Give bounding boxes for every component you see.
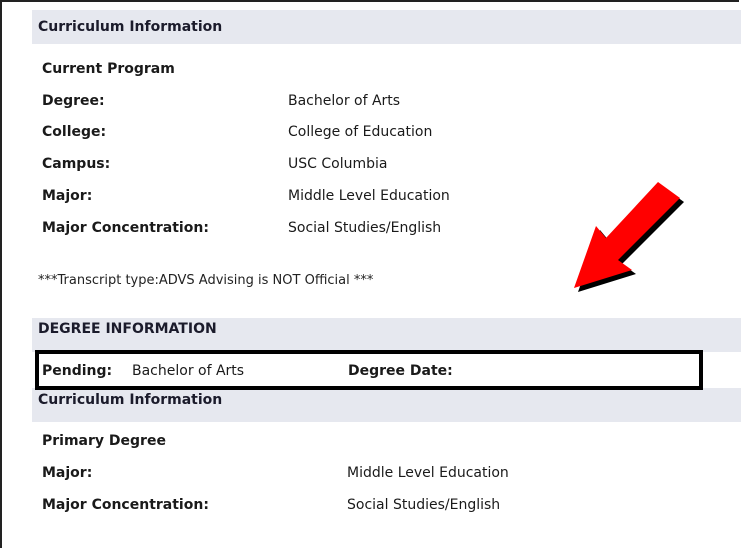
primary-degree-heading: Primary Degree: [42, 433, 166, 449]
major-concentration-value: Social Studies/English: [288, 220, 442, 236]
major-concentration-label-2: Major Concentration:: [42, 497, 209, 513]
curriculum-header: Curriculum Information: [38, 19, 223, 35]
degree-label: Degree:: [42, 93, 105, 109]
campus-label: Campus:: [42, 156, 111, 172]
degree-value: Bachelor of Arts: [288, 93, 401, 109]
college-value: College of Education: [288, 124, 433, 140]
major-value-2: Middle Level Education: [347, 465, 509, 481]
major-label: Major:: [42, 188, 93, 204]
degree-information-header: DEGREE INFORMATION: [38, 321, 217, 337]
red-arrow-icon: [574, 182, 684, 292]
campus-value: USC Columbia: [288, 156, 388, 172]
highlight-rectangle: [35, 350, 703, 390]
transcript-type-note: ***Transcript type:ADVS Advising is NOT …: [38, 273, 374, 288]
major-concentration-label: Major Concentration:: [42, 220, 209, 236]
curriculum-header-2: Curriculum Information: [38, 392, 223, 408]
college-label: College:: [42, 124, 107, 140]
major-value: Middle Level Education: [288, 188, 450, 204]
current-program-heading: Current Program: [42, 61, 175, 77]
major-label-2: Major:: [42, 465, 93, 481]
major-concentration-value-2: Social Studies/English: [347, 497, 501, 513]
